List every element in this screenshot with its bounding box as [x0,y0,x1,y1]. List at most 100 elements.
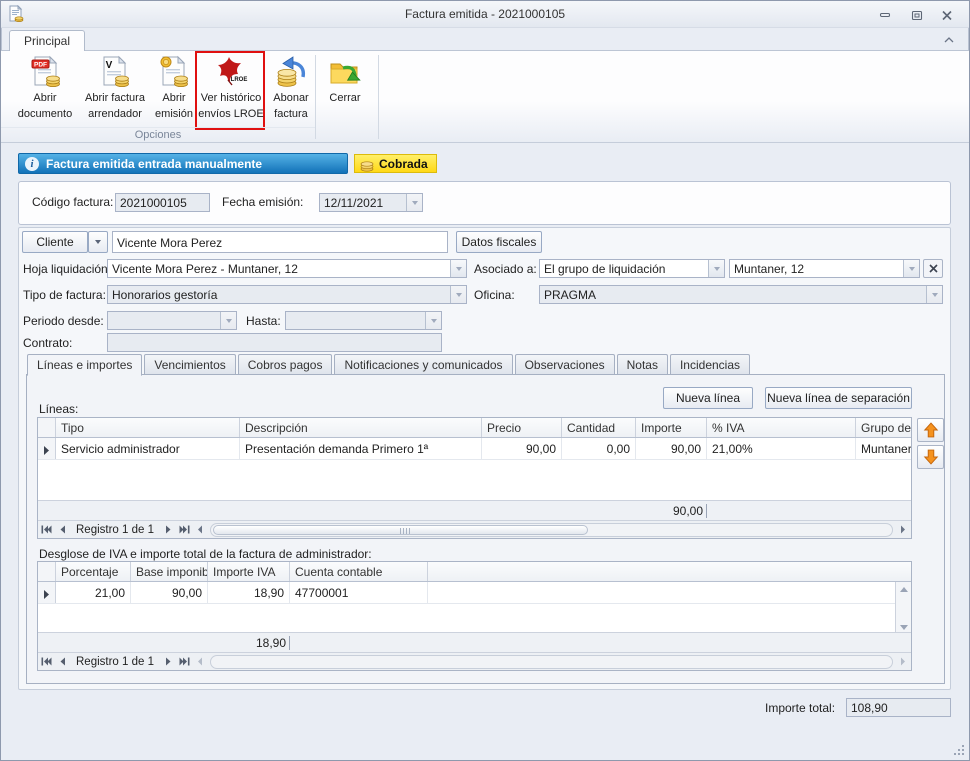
scroll-left-icon[interactable] [192,654,208,670]
next-record-icon[interactable] [160,522,176,538]
detail-tab-strip: Líneas e importes Vencimientos Cobros pa… [27,354,750,375]
column-header[interactable]: Grupo de liquidación [856,418,912,437]
first-record-icon[interactable] [38,522,54,538]
ribbon-button-label: Abrir [33,92,56,105]
cliente-dropdown-button[interactable] [88,231,108,253]
next-record-icon[interactable] [160,654,176,670]
ribbon-button-label: arrendador [88,108,142,121]
previous-record-icon[interactable] [54,654,70,670]
cell-importe[interactable]: 90,00 [636,438,707,459]
column-header[interactable]: Tipo [56,418,240,437]
svg-text:LROE: LROE [231,77,248,83]
cell-cuenta-contable[interactable]: 47700001 [290,582,428,603]
record-counter: Registro 1 de 1 [70,656,160,668]
lines-grid-header: Tipo Descripción Precio Cantidad Importe… [38,418,911,438]
last-record-icon[interactable] [176,522,192,538]
tab-cobros-pagos[interactable]: Cobros pagos [238,354,333,374]
chevron-down-icon[interactable] [903,260,919,277]
column-header[interactable]: Descripción [240,418,482,437]
scrollbar-grip [400,528,411,534]
vertical-scrollbar[interactable] [895,582,911,634]
cell-importe-iva[interactable]: 18,90 [208,582,290,603]
column-header[interactable]: Cantidad [562,418,636,437]
scroll-left-icon[interactable] [192,522,208,538]
table-row[interactable]: Servicio administrador Presentación dema… [38,438,911,460]
table-row[interactable]: 21,00 90,00 18,90 47700001 [38,582,911,604]
abrir-factura-arrendador-button[interactable]: V Abrir factura arrendador [79,53,151,127]
iva-grid-header: Porcentaje Base imponible Importe IVA Cu… [38,562,911,582]
hoja-liquidacion-combo[interactable]: Vicente Mora Perez - Muntaner, 12 [107,259,467,278]
cell-cantidad[interactable]: 0,00 [562,438,636,459]
maximize-button[interactable] [907,8,927,22]
title-bar[interactable]: Factura emitida - 2021000105 [1,1,969,28]
scrollbar-thumb[interactable] [213,525,588,535]
close-icon [929,264,938,273]
resize-grip[interactable] [952,743,965,756]
scroll-right-icon[interactable] [895,522,911,538]
column-header[interactable]: Precio [482,418,562,437]
ribbon-tab-principal[interactable]: Principal [9,30,85,52]
move-line-down-button[interactable] [917,445,944,469]
abonar-factura-button[interactable]: Abonar factura [267,53,315,127]
tab-observaciones[interactable]: Observaciones [515,354,615,374]
chevron-down-icon [450,286,466,303]
column-header[interactable]: Base imponible [131,562,208,581]
asociado-inmueble-value: Muntaner, 12 [734,262,804,276]
cell-descripcion[interactable]: Presentación demanda Primero 1ª [240,438,482,459]
minimize-button[interactable] [875,8,895,22]
horizontal-scrollbar[interactable] [210,523,893,537]
cerrar-button[interactable]: Cerrar [321,53,369,127]
cell-tipo[interactable]: Servicio administrador [56,438,240,459]
move-line-up-button[interactable] [917,418,944,442]
info-icon: i [25,157,39,171]
ver-historico-lroe-button[interactable]: LROE Ver histórico envíos LROE [198,53,264,127]
cliente-name-field[interactable]: Vicente Mora Perez [112,231,448,253]
abrir-documento-button[interactable]: PDF Abrir documento [13,53,77,127]
tab-notas[interactable]: Notas [617,354,668,374]
column-header[interactable]: Importe IVA [208,562,290,581]
scroll-right-icon[interactable] [895,654,911,670]
arrow-down-icon [922,448,940,466]
chevron-down-icon[interactable] [450,260,466,277]
row-indicator-header [38,418,56,437]
tab-vencimientos[interactable]: Vencimientos [144,354,235,374]
ribbon-collapse-button[interactable] [943,33,955,47]
column-header[interactable]: Cuenta contable [290,562,428,581]
first-record-icon[interactable] [38,654,54,670]
cell-base-imponible[interactable]: 90,00 [131,582,208,603]
asociado-grupo-combo[interactable]: El grupo de liquidación [539,259,725,278]
chevron-down-icon [926,286,942,303]
periodo-desde-label: Periodo desde: [23,314,104,328]
clear-asociado-button[interactable] [923,259,943,278]
tab-lineas-e-importes[interactable]: Líneas e importes [27,354,142,376]
cliente-button[interactable]: Cliente [22,231,88,253]
oficina-label: Oficina: [474,288,515,302]
asociado-inmueble-combo[interactable]: Muntaner, 12 [729,259,920,278]
scroll-up-icon[interactable] [896,582,911,596]
tab-incidencias[interactable]: Incidencias [670,354,750,374]
column-header[interactable]: Importe [636,418,707,437]
close-button[interactable] [937,8,957,22]
horizontal-scrollbar[interactable] [210,655,893,669]
last-record-icon[interactable] [176,654,192,670]
datos-fiscales-button[interactable]: Datos fiscales [456,231,542,253]
previous-record-icon[interactable] [54,522,70,538]
arrow-up-icon [922,421,940,439]
tab-notificaciones[interactable]: Notificaciones y comunicados [334,354,512,374]
cell-precio[interactable]: 90,00 [482,438,562,459]
ribbon-button-label: emisión [155,108,193,121]
record-counter: Registro 1 de 1 [70,524,160,536]
column-header[interactable]: % IVA [707,418,856,437]
abrir-emision-button[interactable]: Abrir emisión [152,53,196,127]
cell-iva[interactable]: 21,00% [707,438,856,459]
asociado-grupo-value: El grupo de liquidación [544,262,665,276]
cell-grupo[interactable]: Muntaner, 12 [856,438,912,459]
row-indicator [38,582,56,603]
nueva-linea-button[interactable]: Nueva línea [663,387,753,409]
iva-grid-pager: Registro 1 de 1 [38,652,911,670]
nueva-linea-separacion-button[interactable]: Nueva línea de separación [765,387,912,409]
cell-porcentaje[interactable]: 21,00 [56,582,131,603]
chevron-down-icon[interactable] [708,260,724,277]
column-header[interactable]: Porcentaje [56,562,131,581]
lineas-e-importes-panel: Nueva línea Nueva línea de separación Lí… [26,374,945,684]
